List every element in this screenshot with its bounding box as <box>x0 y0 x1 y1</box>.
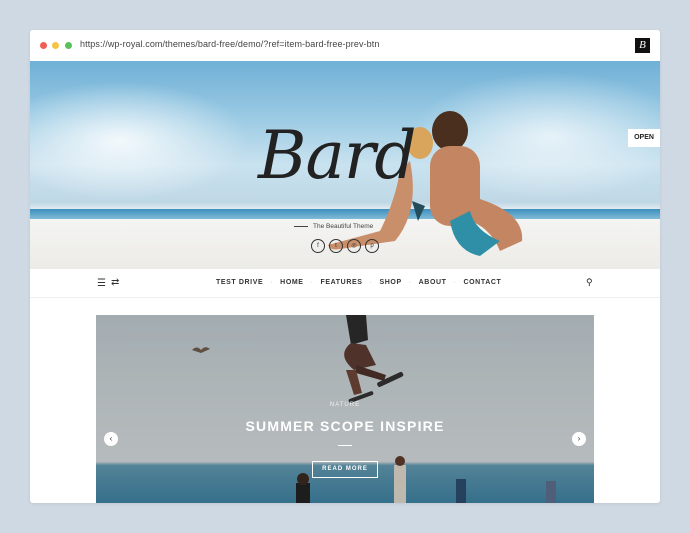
search-icon[interactable]: ⚲ <box>586 277 593 288</box>
maximize-window-button[interactable] <box>65 42 72 49</box>
nav-item-contact[interactable]: CONTACT <box>463 279 501 286</box>
nav-separator: · <box>270 279 274 286</box>
browser-chrome: https://wp-royal.com/themes/bard-free/de… <box>30 30 660 62</box>
hero-header: Bard The Beautiful Theme f t ◎ p OPEN <box>30 61 660 269</box>
site-logo[interactable]: Bard <box>258 117 417 194</box>
address-bar[interactable]: https://wp-royal.com/themes/bard-free/de… <box>80 39 379 49</box>
slider-prev-icon[interactable]: ‹ <box>104 432 118 446</box>
nav-item-features[interactable]: FEATURES <box>321 279 363 286</box>
open-panel-button[interactable]: OPEN <box>628 129 660 147</box>
main-navigation: ☰ ⇄ TEST DRIVE · HOME · FEATURES · SHOP … <box>30 269 660 298</box>
nav-item-home[interactable]: HOME <box>280 279 303 286</box>
nav-separator: · <box>369 279 373 286</box>
facebook-icon[interactable]: f <box>311 239 325 253</box>
slide-title[interactable]: SUMMER SCOPE INSPIRE <box>96 418 594 434</box>
nav-separator: · <box>310 279 314 286</box>
minimize-window-button[interactable] <box>52 42 59 49</box>
instagram-icon[interactable]: ◎ <box>347 239 361 253</box>
read-more-button[interactable]: READ MORE <box>312 461 378 478</box>
site-tagline: The Beautiful Theme <box>294 223 373 230</box>
hero-cloud <box>30 81 250 201</box>
nav-separator: · <box>453 279 457 286</box>
nav-item-shop[interactable]: SHOP <box>379 279 401 286</box>
menu-icon[interactable]: ☰ <box>97 278 106 289</box>
featured-slider: NATURE SUMMER SCOPE INSPIRE READ MORE ‹ … <box>96 315 594 503</box>
social-links: f t ◎ p <box>311 239 379 253</box>
nav-menu: TEST DRIVE · HOME · FEATURES · SHOP · AB… <box>216 279 501 286</box>
title-divider <box>338 445 352 446</box>
slider-next-icon[interactable]: › <box>572 432 586 446</box>
pinterest-icon[interactable]: p <box>365 239 379 253</box>
site-favicon: B <box>635 38 650 53</box>
nav-item-test-drive[interactable]: TEST DRIVE <box>216 279 263 286</box>
random-post-icon[interactable]: ⇄ <box>111 277 119 288</box>
nav-separator: · <box>408 279 412 286</box>
twitter-icon[interactable]: t <box>329 239 343 253</box>
close-window-button[interactable] <box>40 42 47 49</box>
slide-category[interactable]: NATURE <box>96 402 594 408</box>
browser-window: https://wp-royal.com/themes/bard-free/de… <box>30 30 660 503</box>
nav-item-about[interactable]: ABOUT <box>419 279 447 286</box>
